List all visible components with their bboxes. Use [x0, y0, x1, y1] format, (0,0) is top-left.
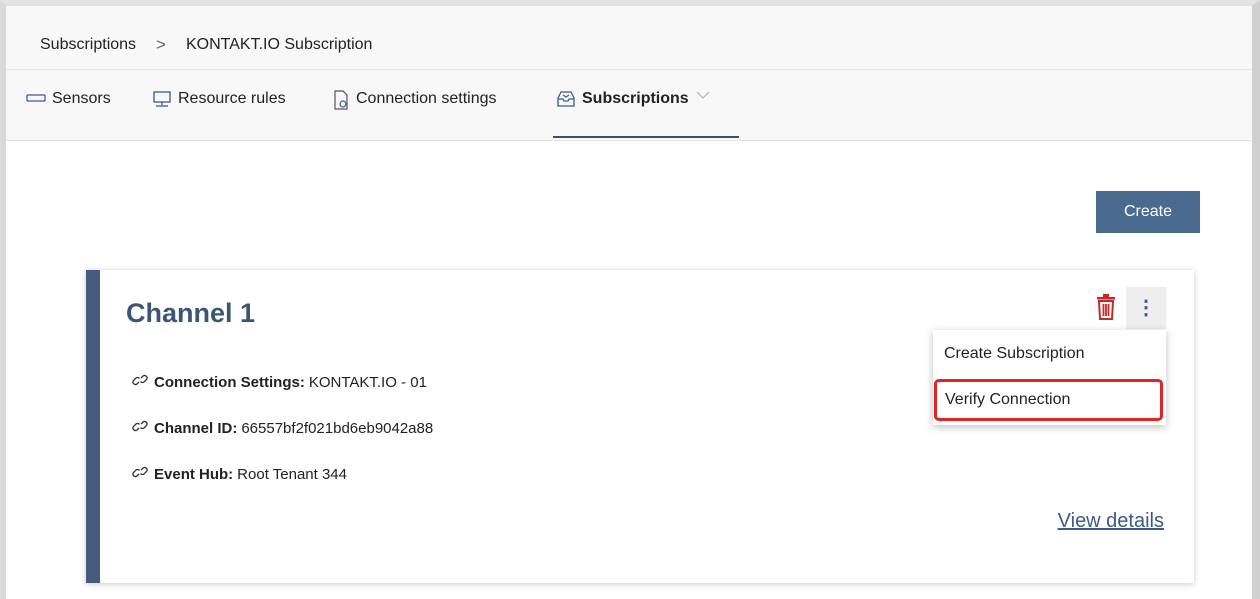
breadcrumb-current: KONTAKT.IO Subscription	[185, 36, 373, 53]
inbox-icon	[556, 90, 576, 113]
event-hub-field: Event Hub: Root Tenant 344	[132, 464, 347, 484]
channel-id-field: Channel ID: 66557bf2f021bd6eb9042a88	[132, 418, 433, 438]
tab-bar: Sensors Resource rules Connection settin…	[6, 70, 1252, 141]
tab-resource-rules[interactable]: Resource rules	[152, 90, 286, 138]
channel-title: Channel 1	[126, 298, 256, 328]
link-icon	[132, 418, 148, 438]
field-label: Channel ID:	[154, 419, 238, 437]
breadcrumb-separator: >	[156, 35, 166, 54]
more-options-button[interactable]: ⋮	[1126, 287, 1166, 329]
breadcrumb: Subscriptions > KONTAKT.IO Subscription	[40, 35, 372, 55]
link-icon	[132, 372, 148, 392]
view-details-link[interactable]: View details	[1058, 510, 1164, 533]
trash-icon[interactable]	[1094, 292, 1118, 322]
tab-label: Subscriptions	[582, 90, 689, 107]
tab-connection-settings[interactable]: Connection settings	[332, 90, 497, 138]
tab-subscriptions[interactable]: Subscriptions	[553, 88, 739, 138]
connection-settings-field: Connection Settings: KONTAKT.IO - 01	[132, 372, 427, 392]
breadcrumb-root-link[interactable]: Subscriptions	[40, 36, 136, 54]
menu-item-verify-connection[interactable]: Verify Connection	[934, 379, 1163, 421]
header-bar: Subscriptions > KONTAKT.IO Subscription	[6, 6, 1252, 70]
tab-label: Resource rules	[178, 90, 286, 107]
field-value: KONTAKT.IO - 01	[308, 373, 427, 391]
chevron-down-icon[interactable]	[695, 88, 711, 107]
menu-item-create-subscription[interactable]: Create Subscription	[933, 334, 1166, 374]
document-gear-icon	[332, 90, 350, 115]
field-label: Event Hub:	[154, 465, 234, 483]
sensor-icon	[26, 90, 46, 111]
field-label: Connection Settings:	[154, 373, 305, 391]
channel-card: Channel 1 Connection Settings: KONTAKT.I…	[86, 270, 1194, 583]
field-value: 66557bf2f021bd6eb9042a88	[241, 419, 434, 437]
monitor-icon	[152, 90, 172, 113]
tab-sensors[interactable]: Sensors	[26, 90, 111, 138]
field-value: Root Tenant 344	[237, 465, 347, 483]
tab-label: Sensors	[52, 90, 111, 107]
context-menu: Create Subscription Verify Connection	[933, 330, 1166, 425]
link-icon	[132, 464, 148, 484]
create-button[interactable]: Create	[1096, 191, 1200, 233]
tab-label: Connection settings	[356, 90, 497, 107]
